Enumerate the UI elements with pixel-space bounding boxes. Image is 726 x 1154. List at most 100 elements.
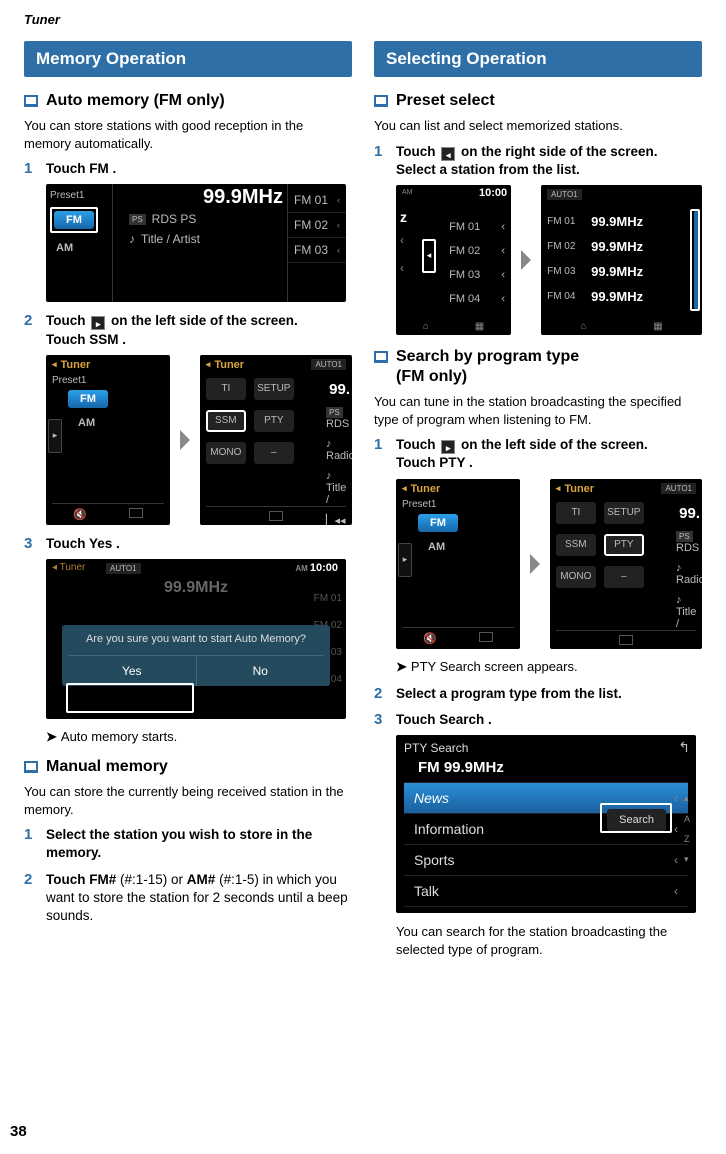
preset-label: Preset1 xyxy=(52,375,164,386)
subsection-icon xyxy=(24,761,38,773)
fm-button[interactable]: FM xyxy=(68,390,108,408)
page-number: 38 xyxy=(10,1123,27,1140)
drawer-handle[interactable]: ▸ xyxy=(398,543,412,577)
clock: 10:00 xyxy=(479,187,507,199)
yes-button[interactable]: Yes xyxy=(68,655,197,686)
step-text: Touch Yes . xyxy=(46,535,120,553)
pty-row-rock[interactable]: Rock xyxy=(404,906,688,913)
preset-item[interactable]: FM 03‹ xyxy=(288,238,346,263)
fm-button[interactable]: FM xyxy=(418,514,458,532)
pty-button[interactable]: PTY xyxy=(254,410,294,432)
left-column: Memory Operation Auto memory (FM only) Y… xyxy=(24,35,352,966)
step-number: 3 xyxy=(24,535,38,553)
screenshot-preset-list: AUTO1 FM 0199.9MHz FM 0299.9MHz FM 0399.… xyxy=(541,185,702,335)
rds-text: RDS PS xyxy=(152,212,197,226)
yes-highlight xyxy=(66,683,194,713)
preset-item[interactable]: FM 02‹ xyxy=(447,239,507,263)
pty-button[interactable]: PTY xyxy=(604,534,644,556)
screenshot-confirm-dialog: ◂ Tuner AUTO1 AM10:00 99.9MHz FM 01 FM 0… xyxy=(46,559,346,719)
subsection-icon xyxy=(24,95,38,107)
chevron-right-icon: ▸ xyxy=(441,440,455,454)
screenshot-pty-sequence: Tuner Preset1 FM AM ▸ 🔇 Tuner AUTO1 TI S… xyxy=(396,479,702,649)
step-text: Touch ◂ on the right side of the screen.… xyxy=(396,143,658,179)
preset-row[interactable]: FM 0399.9MHz xyxy=(547,259,688,284)
grid-icon[interactable]: ▦ xyxy=(475,321,484,332)
manual-memory-step2: 2 Touch FM# (#:1-15) or AM# (#:1-5) in w… xyxy=(24,871,352,926)
preset-row[interactable]: FM 0199.9MHz xyxy=(547,209,688,234)
back-icon[interactable]: ↰ xyxy=(678,739,690,756)
subsection-icon xyxy=(374,95,388,107)
setup-button[interactable]: SETUP xyxy=(254,378,294,400)
no-button[interactable]: No xyxy=(197,655,325,686)
preset-row[interactable]: FM 0299.9MHz xyxy=(547,234,688,259)
title-fragment: ♪ Title / xyxy=(324,466,352,510)
pty-row-sports[interactable]: Sports‹ xyxy=(404,844,688,875)
setup-button[interactable]: SETUP xyxy=(604,502,644,524)
home-icon[interactable]: ⌂ xyxy=(580,321,586,332)
auto-memory-result: ➤Auto memory starts. xyxy=(46,729,352,745)
grid-icon[interactable]: ▦ xyxy=(653,321,662,332)
grid-icon[interactable] xyxy=(269,511,283,521)
home-icon[interactable]: ⌂ xyxy=(423,321,429,332)
auto-badge: AUTO1 xyxy=(547,189,582,200)
manual-memory-title: Manual memory xyxy=(46,757,168,777)
ti-button[interactable]: TI xyxy=(556,502,596,524)
ps-tag: PS xyxy=(129,214,146,225)
preset-item[interactable]: FM 02‹ xyxy=(288,213,346,238)
mono-button[interactable]: MONO xyxy=(556,566,596,588)
page-section-header: Tuner xyxy=(24,0,702,35)
grid-icon[interactable] xyxy=(129,508,143,518)
screenshot-tuner-drawer: Tuner Preset1 FM AM ▸ 🔇 xyxy=(396,479,520,649)
confirm-question: Are you sure you want to start Auto Memo… xyxy=(68,633,324,645)
manual-memory-subhead: Manual memory xyxy=(24,757,352,777)
az-scroll[interactable]: ▴ A Z ▾ xyxy=(684,793,690,865)
ti-button[interactable]: TI xyxy=(206,378,246,400)
screenshot-pty-search: PTY Search ↰ FM 99.9MHz News‹ Informatio… xyxy=(396,735,696,913)
mono-button[interactable]: MONO xyxy=(206,442,246,464)
pty-row-talk[interactable]: Talk‹ xyxy=(404,875,688,906)
memory-operation-heading: Memory Operation xyxy=(24,41,352,77)
am-button[interactable]: AM xyxy=(72,414,164,432)
preset-item[interactable]: FM 04‹ xyxy=(447,287,507,311)
pty-result: ➤PTY Search screen appears. xyxy=(396,659,702,675)
clock: AM10:00 xyxy=(295,562,338,574)
radio-fragment: ♪ Radio xyxy=(674,558,702,590)
am-button[interactable]: AM xyxy=(422,538,514,556)
search-pty-step3: 3 Touch Search . xyxy=(374,711,702,729)
preset-select-intro: You can list and select memorized statio… xyxy=(374,117,702,135)
step-text: Select a program type from the list. xyxy=(396,685,622,703)
title-fragment: ♪ Title / xyxy=(674,590,702,634)
step-number: 2 xyxy=(24,871,38,926)
search-pty-step2: 2 Select a program type from the list. xyxy=(374,685,702,703)
freq-fragment: 99. xyxy=(674,501,702,526)
preset-item[interactable]: FM 01‹ xyxy=(288,188,346,213)
ssm-button[interactable]: SSM xyxy=(206,410,246,432)
mute-icon[interactable]: 🔇 xyxy=(73,508,87,521)
step-text: Touch Search . xyxy=(396,711,492,729)
pty-footer-text: You can search for the station broadcast… xyxy=(396,923,702,958)
step-number: 1 xyxy=(374,143,388,179)
preset-row[interactable]: FM 0499.9MHz xyxy=(547,284,688,309)
subsection-icon xyxy=(374,351,388,363)
am-indicator: AM xyxy=(402,189,413,196)
drawer-handle[interactable]: ▸ xyxy=(48,419,62,453)
auto-memory-step2: 2 Touch ▸ on the left side of the screen… xyxy=(24,312,352,348)
preset-list: FM 01‹ FM 02‹ FM 03‹ FM 04‹ xyxy=(447,215,507,311)
music-note-icon: ♪ xyxy=(129,232,135,246)
grid-icon[interactable] xyxy=(619,635,633,645)
search-pty-subhead: Search by program type (FM only) xyxy=(374,347,702,387)
preset-select-step1: 1 Touch ◂ on the right side of the scree… xyxy=(374,143,702,179)
grid-icon[interactable] xyxy=(479,632,493,642)
am-button[interactable]: AM xyxy=(50,239,79,257)
preset-item[interactable]: FM 01‹ xyxy=(447,215,507,239)
search-pty-title: Search by program type (FM only) xyxy=(396,347,579,387)
drawer-handle[interactable]: ◂ xyxy=(422,239,436,273)
mute-icon[interactable]: 🔇 xyxy=(423,632,437,645)
prev-track-icon[interactable]: ▏◂◂ xyxy=(324,510,352,525)
rds-fragment: PS RDS xyxy=(674,526,702,558)
preset-item[interactable]: FM 03‹ xyxy=(447,263,507,287)
ssm-button[interactable]: SSM xyxy=(556,534,596,556)
search-highlight xyxy=(600,803,672,833)
fm-button[interactable]: FM xyxy=(54,211,94,229)
step-number: 2 xyxy=(374,685,388,703)
